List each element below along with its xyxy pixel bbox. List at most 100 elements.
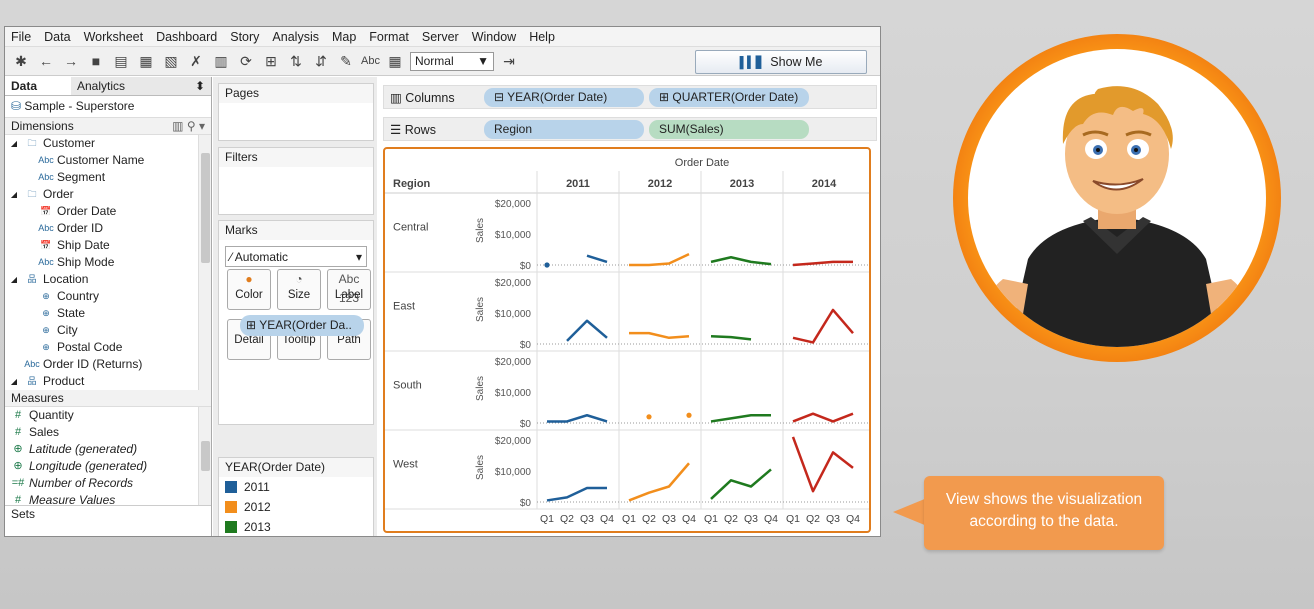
pane-menu-icon[interactable]: ⬍: [183, 77, 211, 95]
field-label: Order Date: [57, 204, 117, 218]
menu-server[interactable]: Server: [422, 30, 459, 44]
color-mark-button[interactable]: ● Color: [227, 269, 271, 310]
color-legend: YEAR(Order Date) 2011201220132014: [218, 457, 374, 536]
measure-field[interactable]: ⊕ Latitude (generated): [5, 441, 211, 458]
line-chart[interactable]: Order Date Region 2011 Q1 Q2 Q3 Q4 2012 Q1 Q2 Q3 Q4…: [385, 149, 869, 531]
sort-asc-icon[interactable]: ⇅: [286, 53, 306, 70]
pill-year-order-date[interactable]: ⊟ YEAR(Order Date): [484, 88, 644, 107]
dimension-field[interactable]: Abc Customer Name: [5, 152, 211, 169]
refresh-icon[interactable]: ⟳: [236, 53, 256, 70]
dimension-field[interactable]: Abc Order ID: [5, 220, 211, 237]
chart-type-icon[interactable]: ▦: [385, 53, 405, 70]
highlight-icon[interactable]: ✎: [336, 53, 356, 70]
datasource[interactable]: ⛁ Sample - Superstore: [5, 96, 211, 118]
dimension-field[interactable]: ⊕ State: [5, 305, 211, 322]
forward-icon[interactable]: →: [61, 53, 81, 69]
globe-icon: ⊕: [13, 460, 23, 472]
pill-quarter-order-date[interactable]: ⊞ QUARTER(Order Date): [649, 88, 809, 107]
menu-help[interactable]: Help: [529, 30, 555, 44]
abc-toggle[interactable]: Abc: [361, 55, 380, 67]
size-mark-button[interactable]: ◔ Size: [277, 269, 321, 310]
dimension-field[interactable]: ◢ 品 Product: [5, 373, 211, 390]
group-icon[interactable]: ⊞: [261, 53, 281, 70]
label-mark-button[interactable]: Abc 123 Label: [327, 269, 371, 310]
field-label: Ship Date: [57, 238, 110, 252]
dimension-field[interactable]: ⊕ Postal Code: [5, 339, 211, 356]
save-icon[interactable]: ■: [86, 53, 106, 69]
back-icon[interactable]: ←: [36, 53, 56, 69]
swap-icon[interactable]: ▥: [211, 53, 231, 70]
measure-field[interactable]: =# Number of Records: [5, 475, 211, 492]
expand-triangle-icon: ◢: [10, 190, 18, 199]
hash-icon: #: [14, 409, 22, 421]
y-axis-title: Sales: [475, 297, 486, 322]
pin-icon[interactable]: ⇥: [499, 53, 519, 70]
menu-data[interactable]: Data: [44, 30, 70, 44]
dimension-field[interactable]: ◢ 品 Location: [5, 271, 211, 288]
measure-field[interactable]: # Sales: [5, 424, 211, 441]
dimension-field[interactable]: Abc Segment: [5, 169, 211, 186]
visualization-view[interactable]: Order Date Region 2011 Q1 Q2 Q3 Q4 2012 Q1 Q2 Q3 Q4…: [383, 147, 871, 533]
sort-desc-icon[interactable]: ⇵: [311, 53, 331, 70]
dimension-field[interactable]: ◢ 🗀 Order: [5, 186, 211, 203]
show-me-button[interactable]: ▌▍▋ Show Me: [695, 50, 867, 74]
color-icon: ●: [245, 272, 253, 286]
dimension-field[interactable]: ⊕ Country: [5, 288, 211, 305]
field-label: Measure Values: [29, 493, 116, 505]
quarter-label: Q2: [724, 513, 738, 525]
measure-field[interactable]: # Quantity: [5, 407, 211, 424]
color-pill[interactable]: ⊞ YEAR(Order Da..: [240, 315, 364, 336]
series-line-2014: [792, 260, 853, 267]
mark-button-label: Size: [287, 289, 311, 301]
field-label: Country: [57, 289, 100, 303]
y-tick-label: $10,000: [495, 388, 532, 399]
region-label: South: [393, 380, 422, 392]
new-datasource-icon[interactable]: ▤: [111, 53, 131, 70]
legend-item[interactable]: 2013: [219, 517, 373, 536]
rows-shelf[interactable]: ☰ Rows Region SUM(Sales): [383, 117, 877, 141]
new-worksheet-icon[interactable]: ▦: [136, 53, 156, 70]
legend-item[interactable]: 2012: [219, 497, 373, 517]
tab-data[interactable]: Data: [5, 77, 71, 95]
pill-sum-sales[interactable]: SUM(Sales): [649, 120, 809, 139]
clear-sheet-icon[interactable]: ✗: [186, 53, 206, 70]
field-label: Customer Name: [57, 153, 145, 167]
search-icon[interactable]: ▥ ⚲ ▾: [172, 119, 205, 133]
columns-shelf[interactable]: ▥ Columns ⊟ YEAR(Order Date) ⊞ QUARTER(O…: [383, 85, 877, 109]
filters-card[interactable]: Filters: [218, 147, 374, 215]
mark-type-select[interactable]: ⁄ Automatic ▾: [225, 246, 367, 267]
menu-story[interactable]: Story: [230, 30, 259, 44]
data-point: [544, 262, 550, 268]
dimension-field[interactable]: 📅 Order Date: [5, 203, 211, 220]
series-line-2013: [710, 256, 772, 266]
menu-file[interactable]: File: [11, 30, 31, 44]
dimensions-list: ◢ 🗀 Customer Abc Customer Name Abc Segment ◢ 🗀 Or…: [5, 135, 211, 390]
dimension-field[interactable]: Abc Ship Mode: [5, 254, 211, 271]
legend-item[interactable]: 2011: [219, 477, 373, 497]
menu-worksheet[interactable]: Worksheet: [84, 30, 144, 44]
quarter-label: Q3: [580, 513, 594, 525]
measure-field[interactable]: ⊕ Longitude (generated): [5, 458, 211, 475]
tableau-logo-icon[interactable]: ✱: [11, 53, 31, 70]
dimension-field[interactable]: ⊕ City: [5, 322, 211, 339]
globe-icon: ⊕: [13, 443, 23, 455]
measure-field[interactable]: # Measure Values: [5, 492, 211, 505]
tab-analytics[interactable]: Analytics: [71, 77, 183, 95]
pages-card[interactable]: Pages: [218, 83, 374, 141]
menu-analysis[interactable]: Analysis: [272, 30, 319, 44]
series-line-2012: [628, 462, 690, 502]
menu-format[interactable]: Format: [369, 30, 409, 44]
dimension-field[interactable]: Abc Order ID (Returns): [5, 356, 211, 373]
expand-triangle-icon: ◢: [10, 139, 18, 148]
dimension-field[interactable]: ◢ 🗀 Customer: [5, 135, 211, 152]
fit-select[interactable]: Normal ▼: [409, 51, 494, 71]
menu-map[interactable]: Map: [332, 30, 356, 44]
dimension-field[interactable]: 📅 Ship Date: [5, 237, 211, 254]
menu-window[interactable]: Window: [472, 30, 516, 44]
abc-icon: Abc: [38, 155, 54, 165]
pill-region[interactable]: Region: [484, 120, 644, 139]
duplicate-sheet-icon[interactable]: ▧: [161, 53, 181, 70]
menu-bar: File Data Worksheet Dashboard Story Analysis M…: [5, 27, 880, 47]
measures-header: Measures: [5, 390, 211, 407]
menu-dashboard[interactable]: Dashboard: [156, 30, 217, 44]
